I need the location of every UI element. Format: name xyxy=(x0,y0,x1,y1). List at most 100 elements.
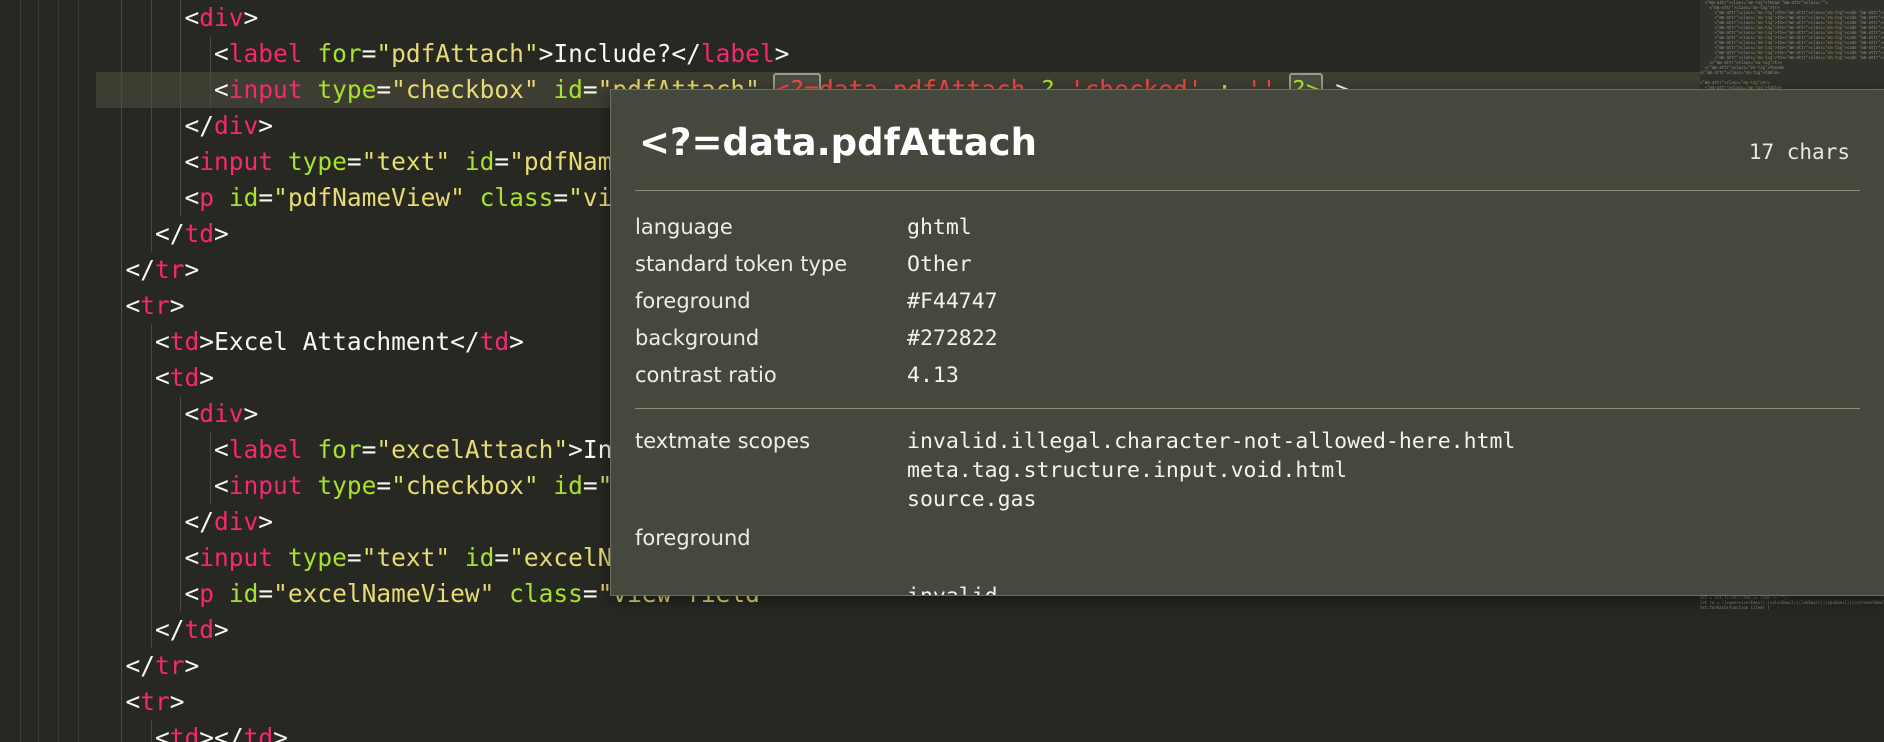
code-token: > xyxy=(169,291,185,320)
code-token: "pdfAttach" xyxy=(376,39,539,68)
code-token: > xyxy=(214,615,229,644)
gutter-rule xyxy=(78,0,79,742)
code-token: p xyxy=(199,579,215,608)
code-token: id xyxy=(553,471,583,500)
code-token: > xyxy=(214,219,229,248)
code-token: < xyxy=(214,471,229,500)
code-token: < xyxy=(214,39,229,68)
code-token: > xyxy=(184,651,200,680)
code-token: id xyxy=(464,147,495,176)
code-line[interactable]: <div> xyxy=(0,0,1884,36)
code-token: input xyxy=(228,471,303,500)
code-token: < xyxy=(125,687,141,716)
code-token: < xyxy=(214,75,229,104)
scope-entry: source.gas xyxy=(907,487,1037,512)
code-line[interactable]: </td> xyxy=(0,612,1884,648)
foreground-rule-value: invalid { "foreground": "#F44747", "font… xyxy=(907,520,1860,595)
code-token: </ xyxy=(155,615,185,644)
foreground-rule-name: invalid xyxy=(907,582,1860,595)
char-count-label: 17 chars xyxy=(1748,140,1850,164)
code-token: < xyxy=(184,3,200,32)
metadata-value: Other xyxy=(907,252,972,277)
foreground-rule-key-label: foreground xyxy=(635,526,751,550)
code-token: </ xyxy=(125,255,156,284)
metadata-key: language xyxy=(635,215,733,239)
token-metadata-table: language ghtml standard token type Other for… xyxy=(611,191,1884,394)
table-row: contrast ratio 4.13 xyxy=(635,357,1860,394)
code-token: > xyxy=(568,435,583,464)
code-token: </ xyxy=(184,111,215,140)
metadata-value: #272822 xyxy=(907,326,998,351)
code-line[interactable]: </tr> xyxy=(0,648,1884,684)
metadata-key: contrast ratio xyxy=(635,363,777,387)
code-token: tr xyxy=(140,687,170,716)
code-token: = xyxy=(553,183,569,212)
code-token: > xyxy=(199,327,215,356)
code-token: "excelNameView" xyxy=(273,579,495,608)
code-token: < xyxy=(155,363,170,392)
code-token: type xyxy=(287,147,347,176)
code-token: < xyxy=(184,147,200,176)
code-token: tr xyxy=(140,291,170,320)
code-token: td xyxy=(243,723,274,742)
code-token: label xyxy=(228,435,303,464)
code-token: td xyxy=(169,363,200,392)
metadata-value: ghtml xyxy=(907,215,972,240)
code-token: Excel Attachment xyxy=(214,327,451,356)
code-token: > xyxy=(273,723,288,742)
code-line[interactable]: <tr> xyxy=(0,684,1884,720)
table-row: foreground invalid { "foreground": "#F44… xyxy=(635,520,1860,595)
code-token: = xyxy=(346,147,362,176)
code-line[interactable]: <label for="pdfAttach">Include?</label> xyxy=(0,36,1884,72)
scope-entry: meta.tag.structure.input.void.html xyxy=(907,458,1348,483)
code-token: input xyxy=(199,543,274,572)
code-token: = xyxy=(494,147,510,176)
table-row: foreground #F44747 xyxy=(635,283,1860,320)
code-token: = xyxy=(346,543,362,572)
code-token: </ xyxy=(125,651,156,680)
code-token: = xyxy=(582,75,598,104)
code-token: td xyxy=(169,723,200,742)
code-token: "text" xyxy=(361,147,451,176)
code-line[interactable]: <td></td> xyxy=(0,720,1884,742)
code-token: = xyxy=(258,183,274,212)
inspected-token-text: <?=data.pdfAttach xyxy=(639,121,1037,164)
code-token: > xyxy=(184,255,200,284)
code-token: > xyxy=(243,399,259,428)
gutter-rule xyxy=(38,0,39,742)
code-token: tr xyxy=(155,651,185,680)
code-token: "checkbox" xyxy=(391,471,539,500)
code-token: </ xyxy=(184,507,215,536)
code-token: < xyxy=(184,579,200,608)
code-token: < xyxy=(184,399,200,428)
metadata-value: #F44747 xyxy=(907,289,998,314)
inspect-editor-tokens-widget[interactable]: <?=data.pdfAttach 17 chars language ghtml… xyxy=(610,89,1884,596)
scopes-key-label: textmate scopes xyxy=(635,429,811,453)
code-token: p xyxy=(199,183,215,212)
metadata-value: 4.13 xyxy=(907,363,959,388)
code-token: class xyxy=(479,183,554,212)
code-token: = xyxy=(582,471,598,500)
code-token: </ xyxy=(450,327,480,356)
code-token: > xyxy=(509,327,524,356)
code-token: < xyxy=(184,183,200,212)
code-token: = xyxy=(258,579,274,608)
code-token: for xyxy=(317,39,362,68)
editor-gutter xyxy=(0,0,96,742)
code-token: class xyxy=(509,579,583,608)
code-token: div xyxy=(199,3,244,32)
code-token: > xyxy=(774,39,790,68)
code-token: < xyxy=(214,435,229,464)
